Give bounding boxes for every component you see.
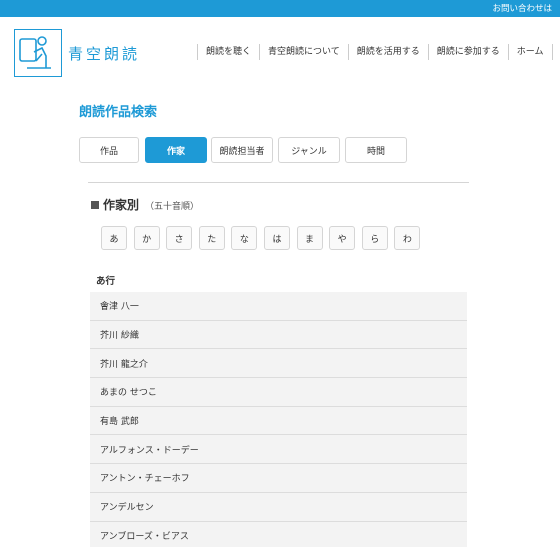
nav-item-listen[interactable]: 朗読を聴く — [197, 44, 259, 60]
kana-button-sa[interactable]: さ — [166, 226, 193, 250]
logo-text: 青空朗読 — [68, 44, 141, 63]
kana-button-na[interactable]: な — [231, 226, 258, 250]
top-bar: お問い合わせは — [0, 0, 560, 17]
kana-button-ma[interactable]: ま — [296, 226, 323, 250]
tab-authors[interactable]: 作家 — [145, 137, 207, 163]
divider — [88, 182, 469, 183]
nav-item-use[interactable]: 朗読を活用する — [347, 44, 428, 60]
kana-button-ya[interactable]: や — [329, 226, 356, 250]
nav-item-join[interactable]: 朗読に参加する — [427, 44, 508, 60]
list-item[interactable]: 有島 武郎 — [90, 406, 467, 436]
list-item[interactable]: アントン・チェーホフ — [90, 464, 467, 493]
tab-works[interactable]: 作品 — [79, 137, 139, 163]
section-title: 作家別 — [103, 198, 140, 212]
page-title: 朗読作品検索 — [79, 105, 158, 120]
square-bullet-icon — [91, 201, 99, 209]
list-item[interactable]: 芥川 龍之介 — [90, 349, 467, 379]
kana-button-a[interactable]: あ — [101, 226, 127, 250]
nav-item-home[interactable]: ホーム — [507, 44, 553, 60]
tab-narrators[interactable]: 朗読担当者 — [211, 137, 273, 163]
kana-index: あ か さ た な は ま や ら わ — [101, 226, 427, 250]
list-item[interactable]: アンデルセン — [90, 492, 467, 522]
author-list: 會津 八一 芥川 紗織 芥川 龍之介 あまの せつこ 有島 武郎 アルフォンス・… — [90, 292, 467, 547]
section-subtitle: （五十音順） — [145, 202, 200, 212]
list-item[interactable]: アルフォンス・ドーデー — [90, 435, 467, 465]
site-logo[interactable]: 青空朗読 — [14, 29, 140, 77]
nav-item-about[interactable]: 青空朗読について — [259, 44, 348, 60]
list-item[interactable]: あまの せつこ — [90, 378, 467, 407]
tab-genre[interactable]: ジャンル — [278, 137, 340, 163]
tab-duration[interactable]: 時間 — [345, 137, 407, 163]
reader-icon — [14, 29, 62, 77]
group-heading: あ行 — [96, 276, 116, 287]
kana-button-wa[interactable]: わ — [394, 226, 421, 250]
main-nav: 朗読を聴く 青空朗読について 朗読を活用する 朗読に参加する ホーム — [197, 44, 553, 60]
kana-button-ta[interactable]: た — [198, 226, 225, 250]
kana-button-ha[interactable]: は — [263, 226, 290, 250]
list-item[interactable]: 會津 八一 — [90, 292, 467, 321]
kana-button-ka[interactable]: か — [133, 226, 160, 250]
contact-link[interactable]: お問い合わせは — [492, 2, 552, 14]
list-item[interactable]: アンブローズ・ビアス — [90, 521, 467, 547]
kana-button-ra[interactable]: ら — [361, 226, 388, 250]
list-item[interactable]: 芥川 紗織 — [90, 320, 467, 350]
section-heading: 作家別 （五十音順） — [91, 196, 199, 213]
